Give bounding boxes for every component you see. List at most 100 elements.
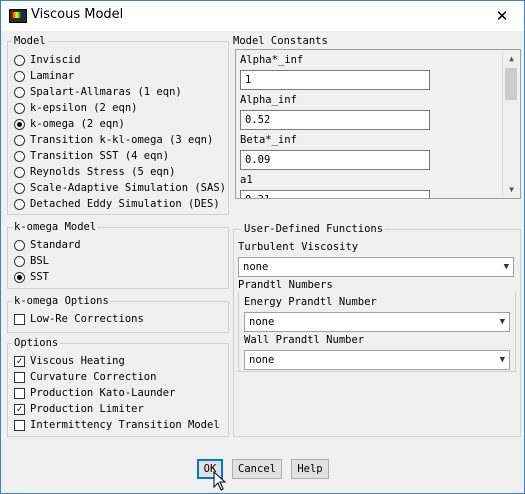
scroll-down-icon[interactable]: ▼ [503, 181, 520, 198]
radio-selected-icon[interactable] [14, 118, 25, 130]
constant-label: Beta*_inf [240, 134, 297, 146]
alpha-star-inf-input[interactable]: 1 [240, 70, 430, 90]
komega-options-group: k-omega Options Low-Re Corrections [7, 295, 229, 333]
chevron-down-icon[interactable]: ▼ [500, 351, 505, 369]
model-legend: Model [12, 35, 48, 47]
radio-icon[interactable] [14, 239, 25, 251]
turbulent-viscosity-select[interactable]: none ▼ [238, 257, 514, 277]
model-option-spalart-allmaras[interactable]: Spalart-Allmaras (1 eqn) [14, 84, 182, 100]
energy-prandtl-select[interactable]: none ▼ [244, 312, 510, 332]
curvature-correction-checkbox[interactable]: Curvature Correction [14, 369, 156, 385]
checkbox-label: Production Kato-Launder [30, 387, 176, 399]
radio-icon[interactable] [14, 255, 25, 267]
checkbox-label: Viscous Heating [30, 355, 125, 367]
checkbox-icon[interactable] [14, 371, 25, 383]
model-option-transition-sst[interactable]: Transition SST (4 eqn) [14, 148, 169, 164]
model-option-label: Spalart-Allmaras (1 eqn) [30, 86, 182, 98]
model-option-label: Transition k-kl-omega (3 eqn) [30, 134, 214, 146]
komega-model-group: k-omega Model Standard BSL SST [7, 221, 229, 289]
constant-label: a1 [240, 174, 253, 186]
beta-star-inf-input[interactable]: 0.09 [240, 150, 430, 170]
constant-label: Alpha*_inf [240, 54, 304, 66]
komega-options-legend: k-omega Options [12, 295, 111, 307]
model-option-label: Reynolds Stress (5 eqn) [30, 166, 176, 178]
production-kato-launder-checkbox[interactable]: Production Kato-Launder [14, 385, 175, 401]
checkbox-icon[interactable] [14, 419, 25, 431]
checkbox-label: Production Limiter [30, 403, 144, 415]
radio-icon[interactable] [14, 70, 25, 82]
radio-icon[interactable] [14, 198, 25, 210]
alpha-inf-input[interactable]: 0.52 [240, 110, 430, 130]
wall-prandtl-label: Wall Prandtl Number [244, 334, 365, 346]
window-title: Viscous Model [31, 7, 124, 22]
intermittency-transition-checkbox[interactable]: Intermittency Transition Model [14, 417, 220, 433]
model-constants-scrollbar[interactable]: ▲ ▼ [502, 50, 520, 198]
radio-selected-icon[interactable] [14, 271, 25, 283]
checkbox-label: Intermittency Transition Model [30, 419, 220, 431]
viscous-model-dialog: Viscous Model ✕ Model Inviscid Laminar S… [0, 0, 525, 494]
radio-icon[interactable] [14, 102, 25, 114]
title-bar: Viscous Model ✕ [1, 1, 524, 31]
chevron-down-icon[interactable]: ▼ [504, 258, 509, 276]
wall-prandtl-select[interactable]: none ▼ [244, 350, 510, 370]
model-option-inviscid[interactable]: Inviscid [14, 52, 81, 68]
model-option-label: Laminar [30, 70, 75, 82]
radio-icon[interactable] [14, 150, 25, 162]
checkbox-label: Low-Re Corrections [30, 313, 144, 325]
mouse-cursor-icon [213, 471, 227, 491]
checkbox-icon[interactable] [14, 313, 25, 325]
komega-option-sst[interactable]: SST [14, 269, 49, 285]
radio-icon[interactable] [14, 134, 25, 146]
options-group: Options ✓ Viscous Heating Curvature Corre… [7, 337, 229, 437]
radio-icon[interactable] [14, 86, 25, 98]
model-option-k-epsilon[interactable]: k-epsilon (2 eqn) [14, 100, 137, 116]
model-constants-label: Model Constants [233, 35, 328, 47]
scroll-thumb[interactable] [505, 68, 517, 100]
komega-option-bsl[interactable]: BSL [14, 253, 49, 269]
model-constants-panel: Alpha*_inf 1 Alpha_inf 0.52 Beta*_inf 0.… [235, 49, 521, 199]
radio-icon[interactable] [14, 182, 25, 194]
model-option-label: Transition SST (4 eqn) [30, 150, 170, 162]
turbulent-viscosity-label: Turbulent Viscosity [238, 241, 359, 253]
komega-model-legend: k-omega Model [12, 221, 99, 233]
komega-option-label: SST [30, 271, 49, 283]
radio-icon[interactable] [14, 54, 25, 66]
radio-icon[interactable] [14, 166, 25, 178]
help-button[interactable]: Help [291, 459, 329, 479]
model-option-label: Inviscid [30, 54, 81, 66]
model-option-reynolds-stress[interactable]: Reynolds Stress (5 eqn) [14, 164, 175, 180]
model-option-k-omega[interactable]: k-omega (2 eqn) [14, 116, 125, 132]
model-option-des[interactable]: Detached Eddy Simulation (DES) [14, 196, 220, 212]
chevron-down-icon[interactable]: ▼ [500, 313, 505, 331]
model-option-sas[interactable]: Scale-Adaptive Simulation (SAS) [14, 180, 226, 196]
udf-group: User-Defined Functions Turbulent Viscosi… [233, 223, 521, 437]
scroll-up-icon[interactable]: ▲ [503, 50, 520, 67]
select-value: none [249, 354, 275, 366]
model-option-label: k-omega (2 eqn) [30, 118, 125, 130]
viscous-heating-checkbox[interactable]: ✓ Viscous Heating [14, 353, 125, 369]
komega-option-label: BSL [30, 255, 49, 267]
close-button[interactable]: ✕ [480, 1, 524, 31]
model-option-label: k-epsilon (2 eqn) [30, 102, 138, 114]
cancel-button[interactable]: Cancel [232, 459, 282, 479]
model-option-transition-k-kl-omega[interactable]: Transition k-kl-omega (3 eqn) [14, 132, 213, 148]
komega-option-standard[interactable]: Standard [14, 237, 81, 253]
checkmark-icon[interactable]: ✓ [14, 403, 25, 415]
constant-label: Alpha_inf [240, 94, 297, 106]
a1-input[interactable]: 0.31 [240, 190, 430, 198]
model-option-label: Scale-Adaptive Simulation (SAS) [30, 182, 226, 194]
select-value: none [243, 261, 269, 273]
production-limiter-checkbox[interactable]: ✓ Production Limiter [14, 401, 144, 417]
model-option-label: Detached Eddy Simulation (DES) [30, 198, 220, 210]
low-re-corrections-checkbox[interactable]: Low-Re Corrections [14, 311, 144, 327]
udf-legend: User-Defined Functions [242, 223, 386, 235]
model-option-laminar[interactable]: Laminar [14, 68, 74, 84]
app-icon [9, 9, 27, 23]
select-value: none [249, 316, 275, 328]
checkbox-label: Curvature Correction [30, 371, 157, 383]
checkbox-icon[interactable] [14, 387, 25, 399]
energy-prandtl-label: Energy Prandtl Number [244, 296, 377, 308]
prandtl-numbers-label: Prandtl Numbers [238, 279, 333, 291]
checkmark-icon[interactable]: ✓ [14, 355, 25, 367]
options-legend: Options [12, 337, 61, 349]
